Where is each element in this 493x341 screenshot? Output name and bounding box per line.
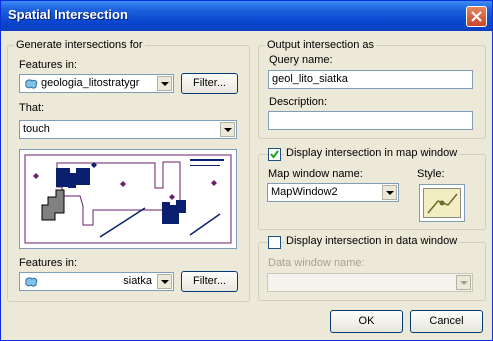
- map-window-checkbox[interactable]: [268, 148, 281, 161]
- query-name-value: geol_lito_siatka: [272, 73, 348, 85]
- style-button[interactable]: [419, 184, 465, 222]
- filter-2-button[interactable]: Filter...: [181, 271, 238, 292]
- description-label: Description:: [269, 96, 328, 108]
- group-title-output: Output intersection as: [265, 39, 377, 51]
- chevron-down-icon[interactable]: [157, 274, 172, 289]
- data-window-group: [258, 242, 486, 301]
- line-style-icon: [427, 193, 458, 214]
- features-in-select[interactable]: geologia_litostratygr: [19, 74, 174, 93]
- that-label: That:: [19, 102, 45, 114]
- title-bar[interactable]: Spatial Intersection: [1, 1, 492, 31]
- group-title-generate: Generate intersections for: [14, 39, 145, 51]
- features-in-label: Features in:: [19, 59, 78, 71]
- data-window-name-label: Data window name:: [268, 257, 365, 269]
- ok-button[interactable]: OK: [330, 310, 403, 333]
- map-window-checkbox-label[interactable]: Display intersection in map window: [284, 147, 460, 159]
- query-name-label: Query name:: [269, 54, 333, 66]
- features-in-2-select[interactable]: siatka: [19, 272, 174, 291]
- cancel-button[interactable]: Cancel: [410, 310, 483, 333]
- chevron-down-icon[interactable]: [157, 76, 172, 91]
- style-preview: [423, 188, 461, 218]
- layer-icon: [25, 277, 38, 287]
- data-window-checkbox[interactable]: [268, 236, 281, 249]
- chevron-down-icon[interactable]: [220, 122, 235, 137]
- features-in-value: geologia_litostratygr: [41, 77, 140, 89]
- chevron-down-icon[interactable]: [456, 275, 471, 290]
- window-title: Spatial Intersection: [8, 7, 128, 22]
- that-select[interactable]: touch: [19, 120, 237, 139]
- close-icon: [471, 11, 482, 22]
- map-window-name-label: Map window name:: [268, 168, 363, 180]
- filter-button[interactable]: Filter...: [181, 73, 238, 94]
- close-button[interactable]: [466, 6, 487, 27]
- query-name-input[interactable]: geol_lito_siatka: [268, 70, 473, 89]
- checkmark-icon: [270, 150, 279, 159]
- layer-icon: [25, 79, 38, 89]
- chevron-down-icon[interactable]: [382, 185, 397, 200]
- preview-map: [19, 149, 237, 249]
- data-window-name-select[interactable]: [267, 273, 473, 292]
- that-value: touch: [23, 123, 50, 135]
- map-window-name-value: MapWindow2: [271, 186, 338, 198]
- map-window-name-select[interactable]: MapWindow2: [267, 183, 399, 202]
- description-input[interactable]: [268, 111, 473, 130]
- features-in-2-value: siatka: [123, 275, 152, 287]
- dialog-window: Spatial Intersection Generate intersecti…: [0, 0, 493, 341]
- features-in-2-label: Features in:: [19, 257, 78, 269]
- style-label: Style:: [417, 168, 445, 180]
- data-window-checkbox-label[interactable]: Display intersection in data window: [284, 235, 460, 247]
- intersection-preview-graphic: [24, 154, 232, 244]
